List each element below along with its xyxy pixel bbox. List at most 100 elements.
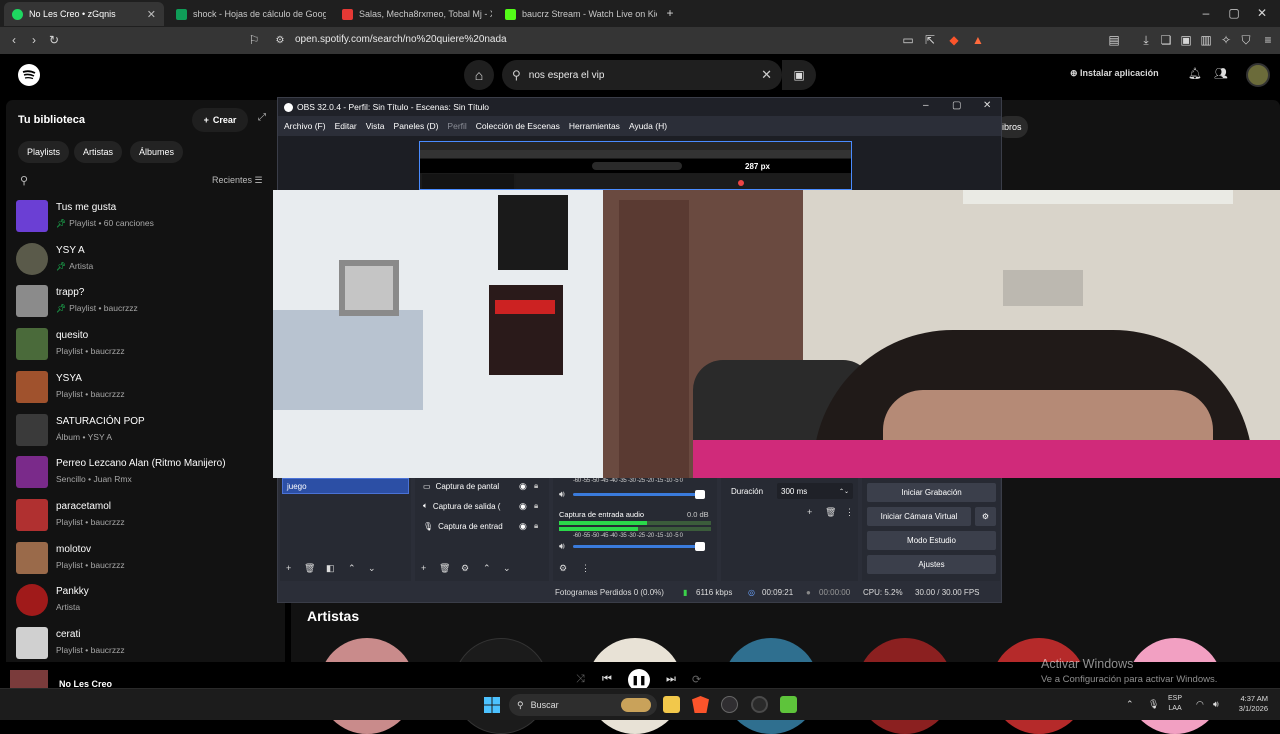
add-icon[interactable]: + [421,563,426,573]
search-input[interactable]: ⚲ nos espera el vip ✕ [502,60,782,90]
menu-tools[interactable]: Herramientas [569,121,620,131]
avatar[interactable] [1246,63,1270,87]
slider-handle[interactable] [695,542,705,551]
browser-tab[interactable]: shock - Hojas de cálculo de Google [168,2,326,26]
reload-icon[interactable]: ↻ [46,32,62,48]
studio-mode-button[interactable]: Modo Estudio [867,531,996,550]
filter-icon[interactable]: ◧ [326,563,335,574]
search-icon[interactable]: ⚲ [20,174,28,187]
install-icon[interactable]: ▭ [900,32,916,48]
browser-tab[interactable]: baucrz Stream - Watch Live on Kick [497,2,657,26]
library-item[interactable]: Pankky Artista [16,582,276,618]
move-down-icon[interactable]: ⌄ [503,563,511,574]
add-icon[interactable]: + [807,507,812,517]
add-icon[interactable]: + [286,563,291,573]
browser-tab[interactable]: Salas, Mecha8rxmeo, Tobal Mj - XPO [334,2,492,26]
reader-icon[interactable]: ▣ [1178,32,1194,48]
address-bar[interactable]: open.spotify.com/search/no%20quiere%20na… [295,34,507,45]
taskbar-search[interactable]: ⚲ Buscar [509,694,657,716]
wifi-icon[interactable]: ◠ [1196,699,1204,710]
library-item[interactable]: molotov Playlist • baucrzzz [16,540,276,576]
forward-icon[interactable]: › [26,32,42,48]
windows-start-icon[interactable] [484,697,500,713]
library-item[interactable]: Perreo Lezcano Alan (Ritmo Manijero) Senc… [16,454,276,490]
menu-view[interactable]: Vista [366,121,385,131]
lock-icon[interactable]: 🔒︎ [534,521,538,531]
close-window-icon[interactable]: ✕ [1254,5,1270,21]
language-indicator[interactable]: ESP LAA [1168,694,1182,714]
obs-preview[interactable]: 287 px [278,136,1001,190]
move-up-icon[interactable]: ⌃ [483,563,491,574]
eye-icon[interactable]: ◉ [519,521,527,532]
more-icon[interactable]: ⋮ [581,563,590,574]
scene-item[interactable]: juego [282,478,409,494]
minimize-icon[interactable]: – [1198,5,1214,21]
chip-albums[interactable]: Álbumes [130,141,184,163]
menu-edit[interactable]: Editar [335,121,357,131]
duration-input[interactable]: 300 ms ⌃⌄ [777,483,853,499]
more-icon[interactable]: ⋮ [845,507,854,518]
clear-search-icon[interactable]: ✕ [761,67,772,83]
sort-button[interactable]: Recientes ☰ [212,175,263,186]
brave-rewards-icon[interactable]: ▲ [970,32,986,48]
bookmark-icon[interactable]: ⚐ [246,32,262,48]
close-icon[interactable]: ✕ [983,100,991,111]
volume-icon[interactable]: 🔊︎ [559,541,565,552]
library-item[interactable]: paracetamol Playlist • baucrzzz [16,497,276,533]
download-icon[interactable]: ⤓ [1138,32,1154,48]
library-item[interactable]: YSYA Playlist • baucrzzz [16,369,276,405]
minimize-icon[interactable]: – [923,100,929,111]
slider-handle[interactable] [695,490,705,499]
now-playing-cover[interactable] [10,670,48,688]
menu-file[interactable]: Archivo (F) [284,121,326,131]
new-tab-icon[interactable]: + [662,5,678,21]
brave-icon[interactable] [692,696,709,713]
volume-slider[interactable] [573,490,705,499]
library-item[interactable]: Tus me gusta 📌︎ Playlist • 60 canciones [16,198,276,234]
library-item[interactable]: YSY A 📌︎ Artista [16,241,276,277]
shuffle-icon[interactable]: ⤨ [576,673,585,686]
home-icon[interactable]: ⌂ [464,60,494,90]
virtual-camera-settings-icon[interactable]: ⚙ [975,507,996,526]
notifications-icon[interactable]: 🔔︎ [1188,67,1202,80]
previous-icon[interactable]: ⏮︎ [602,673,612,686]
tray-chevron-icon[interactable]: ⌃ [1126,699,1134,710]
expand-icon[interactable]: ⤢ [258,112,266,123]
share-icon[interactable]: ⇱ [922,32,938,48]
lock-icon[interactable]: 🔒︎ [534,481,538,491]
library-item[interactable]: SATURACIÓN POP Álbum • YSY A [16,412,276,448]
menu-profile[interactable]: Perfil [447,121,466,131]
advanced-audio-icon[interactable]: ⚙ [559,563,567,574]
repeat-icon[interactable]: ⟳ [692,673,701,686]
microphone-icon[interactable]: 🎙︎ [1148,699,1159,710]
maximize-icon[interactable]: ▢ [952,100,961,111]
move-up-icon[interactable]: ⌃ [348,563,356,574]
library-item[interactable]: trapp? 📌︎ Playlist • baucrzzz [16,283,276,319]
brave-shield-icon[interactable]: ◆ [946,32,962,48]
trash-icon[interactable]: 🗑︎ [304,563,315,574]
browse-icon[interactable]: ▣ [782,60,816,90]
install-app-link[interactable]: ⊕ Instalar aplicación [1070,68,1159,79]
maximize-icon[interactable]: ▢ [1226,5,1242,21]
spinner-icon[interactable]: ⌃⌄ [839,488,849,495]
leo-icon[interactable]: ✧ [1218,32,1234,48]
lock-icon[interactable]: 🔒︎ [534,501,538,511]
chip-playlists[interactable]: Playlists [18,141,70,163]
menu-icon[interactable]: ≡ [1260,32,1276,48]
browser-tab[interactable]: No Les Creo • zGqnis ✕ [4,2,164,26]
library-title[interactable]: Tu biblioteca [18,114,85,126]
gear-icon[interactable]: ⚙ [461,563,469,574]
library-item[interactable]: cerati Playlist • baucrzzz [16,625,276,661]
back-icon[interactable]: ‹ [6,32,22,48]
menu-scene-collection[interactable]: Colección de Escenas [476,121,560,131]
file-explorer-icon[interactable] [663,696,680,713]
move-down-icon[interactable]: ⌄ [368,563,376,574]
trash-icon[interactable]: 🗑︎ [825,507,836,518]
library-item[interactable]: quesito Playlist • baucrzzz [16,326,276,362]
start-recording-button[interactable]: Iniciar Grabación [867,483,996,502]
settings-button[interactable]: Ajustes [867,555,996,574]
eye-icon[interactable]: ◉ [519,481,527,492]
volume-icon[interactable]: 🔊︎ [559,489,565,500]
obs-icon[interactable] [721,696,738,713]
next-icon[interactable]: ⏭︎ [666,673,676,686]
